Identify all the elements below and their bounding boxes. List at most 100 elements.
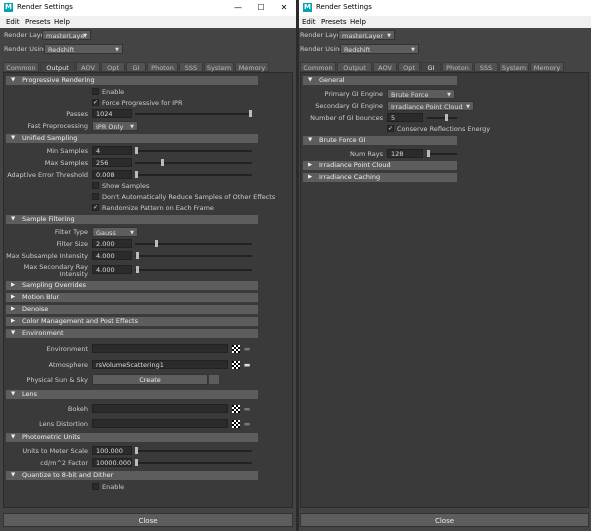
- map-checker-icon[interactable]: [232, 345, 240, 353]
- atmosphere-field[interactable]: rsVolumeScattering1: [92, 360, 228, 369]
- slider-handle[interactable]: [136, 252, 139, 259]
- close-button[interactable]: Close: [300, 513, 589, 527]
- tab-output[interactable]: Output: [337, 62, 372, 72]
- cd-factor-field[interactable]: 10000.000: [92, 458, 132, 467]
- maximize-icon[interactable]: ☐: [255, 2, 267, 14]
- input-connection-icon[interactable]: [209, 375, 219, 384]
- tab-photon[interactable]: Photon: [442, 62, 473, 72]
- tab-photon[interactable]: Photon: [147, 62, 178, 72]
- input-connection-icon[interactable]: ▬: [243, 420, 251, 428]
- map-checker-icon[interactable]: [232, 361, 240, 369]
- input-connection-icon[interactable]: ▬: [243, 345, 251, 353]
- section-irradiance-caching[interactable]: ▶ Irradiance Caching: [303, 173, 457, 182]
- cd-factor-slider[interactable]: [135, 459, 252, 466]
- section-lens[interactable]: ▼ Lens: [6, 390, 258, 399]
- progressive-enable-checkbox[interactable]: [92, 88, 99, 95]
- num-rays-slider[interactable]: [427, 150, 457, 157]
- menu-help[interactable]: Help: [54, 18, 70, 26]
- environment-field[interactable]: [92, 344, 228, 353]
- gi-bounces-slider[interactable]: [427, 114, 457, 121]
- section-sampling-overrides[interactable]: ▶ Sampling Overrides: [6, 281, 258, 290]
- slider-handle[interactable]: [135, 147, 138, 154]
- section-environment[interactable]: ▼ Environment: [6, 329, 258, 338]
- tab-opt[interactable]: Opt: [398, 62, 420, 72]
- render-using-dropdown[interactable]: Redshift ▼: [44, 44, 123, 54]
- map-checker-icon[interactable]: [232, 405, 240, 413]
- lens-distortion-field[interactable]: [92, 419, 228, 428]
- adaptive-error-slider[interactable]: [135, 171, 252, 178]
- create-button[interactable]: Create: [92, 374, 208, 385]
- section-sample-filtering[interactable]: ▼ Sample Filtering: [6, 215, 258, 224]
- min-samples-slider[interactable]: [135, 147, 252, 154]
- max-secondary-ray-intensity-field[interactable]: 4.000: [92, 265, 132, 274]
- max-subsample-intensity-field[interactable]: 4.000: [92, 251, 132, 260]
- slider-handle[interactable]: [249, 110, 252, 117]
- input-connection-icon[interactable]: ▬: [243, 405, 251, 413]
- section-brute-force-gi[interactable]: ▼ Brute Force GI: [303, 136, 457, 145]
- tab-common[interactable]: Common: [300, 62, 336, 72]
- section-progressive-rendering[interactable]: ▼ Progressive Rendering: [6, 76, 258, 85]
- max-subsample-intensity-slider[interactable]: [135, 252, 252, 259]
- tab-memory[interactable]: Memory: [530, 62, 564, 72]
- section-motion-blur[interactable]: ▶ Motion Blur: [6, 293, 258, 302]
- dither-enable-checkbox[interactable]: [92, 483, 99, 490]
- close-icon[interactable]: ✕: [278, 2, 290, 14]
- section-quantize-dither[interactable]: ▼ Quantize to 8-bit and Dither: [6, 471, 258, 480]
- passes-slider[interactable]: [135, 110, 252, 117]
- tab-sss[interactable]: SSS: [179, 62, 203, 72]
- max-samples-field[interactable]: 256: [92, 158, 132, 167]
- render-layer-dropdown[interactable]: masterLayer ▼: [42, 30, 91, 40]
- adaptive-error-field[interactable]: 0.008: [92, 170, 132, 179]
- menu-presets[interactable]: Presets: [25, 18, 50, 26]
- slider-handle[interactable]: [135, 459, 138, 466]
- units-to-meter-field[interactable]: 100.000: [92, 446, 132, 455]
- filter-type-dropdown[interactable]: Gauss ▼: [92, 227, 138, 237]
- tab-sss[interactable]: SSS: [474, 62, 498, 72]
- minimize-icon[interactable]: —: [232, 2, 244, 14]
- close-button[interactable]: Close: [3, 513, 293, 527]
- filter-size-slider[interactable]: [135, 240, 252, 247]
- tab-aov[interactable]: AOV: [76, 62, 100, 72]
- menu-presets[interactable]: Presets: [321, 18, 346, 26]
- fast-preprocessing-dropdown[interactable]: IPR Only ▼: [92, 121, 138, 131]
- render-using-dropdown[interactable]: Redshift ▼: [340, 44, 419, 54]
- tab-output[interactable]: Output: [40, 62, 75, 72]
- dont-reduce-checkbox[interactable]: [92, 193, 99, 200]
- primary-gi-engine-dropdown[interactable]: Brute Force ▼: [387, 89, 455, 99]
- gi-bounces-field[interactable]: 5: [387, 113, 423, 122]
- slider-handle[interactable]: [445, 114, 448, 121]
- units-to-meter-slider[interactable]: [135, 447, 252, 454]
- tab-system[interactable]: System: [204, 62, 234, 72]
- bokeh-field[interactable]: [92, 404, 228, 413]
- show-samples-checkbox[interactable]: [92, 182, 99, 189]
- num-rays-field[interactable]: 128: [387, 149, 423, 158]
- tab-opt[interactable]: Opt: [101, 62, 125, 72]
- conserve-reflections-checkbox[interactable]: ✓: [387, 125, 394, 132]
- tab-system[interactable]: System: [499, 62, 529, 72]
- max-samples-slider[interactable]: [135, 159, 252, 166]
- passes-field[interactable]: 1024: [92, 109, 132, 118]
- secondary-gi-engine-dropdown[interactable]: Irradiance Point Cloud ▼: [387, 101, 474, 111]
- render-layer-dropdown[interactable]: masterLayer ▼: [338, 30, 395, 40]
- menu-edit[interactable]: Edit: [6, 18, 20, 26]
- slider-handle[interactable]: [161, 159, 164, 166]
- section-unified-sampling[interactable]: ▼ Unified Sampling: [6, 134, 258, 143]
- slider-handle[interactable]: [427, 150, 430, 157]
- randomize-checkbox[interactable]: ✓: [92, 204, 99, 211]
- tab-common[interactable]: Common: [3, 62, 39, 72]
- filter-size-field[interactable]: 2.000: [92, 239, 132, 248]
- section-color-management[interactable]: ▶ Color Management and Post Effects: [6, 317, 258, 326]
- tab-aov[interactable]: AOV: [373, 62, 397, 72]
- tab-memory[interactable]: Memory: [235, 62, 269, 72]
- slider-handle[interactable]: [135, 171, 138, 178]
- slider-handle[interactable]: [136, 266, 139, 273]
- tab-gi[interactable]: GI: [126, 62, 146, 72]
- section-denoise[interactable]: ▶ Denoise: [6, 305, 258, 314]
- slider-handle[interactable]: [135, 447, 138, 454]
- section-irradiance-point-cloud[interactable]: ▶ Irradiance Point Cloud: [303, 161, 457, 170]
- force-ipr-checkbox[interactable]: ✓: [92, 99, 99, 106]
- min-samples-field[interactable]: 4: [92, 146, 132, 155]
- map-checker-icon[interactable]: [232, 420, 240, 428]
- menu-edit[interactable]: Edit: [302, 18, 316, 26]
- max-secondary-ray-intensity-slider[interactable]: [135, 266, 252, 273]
